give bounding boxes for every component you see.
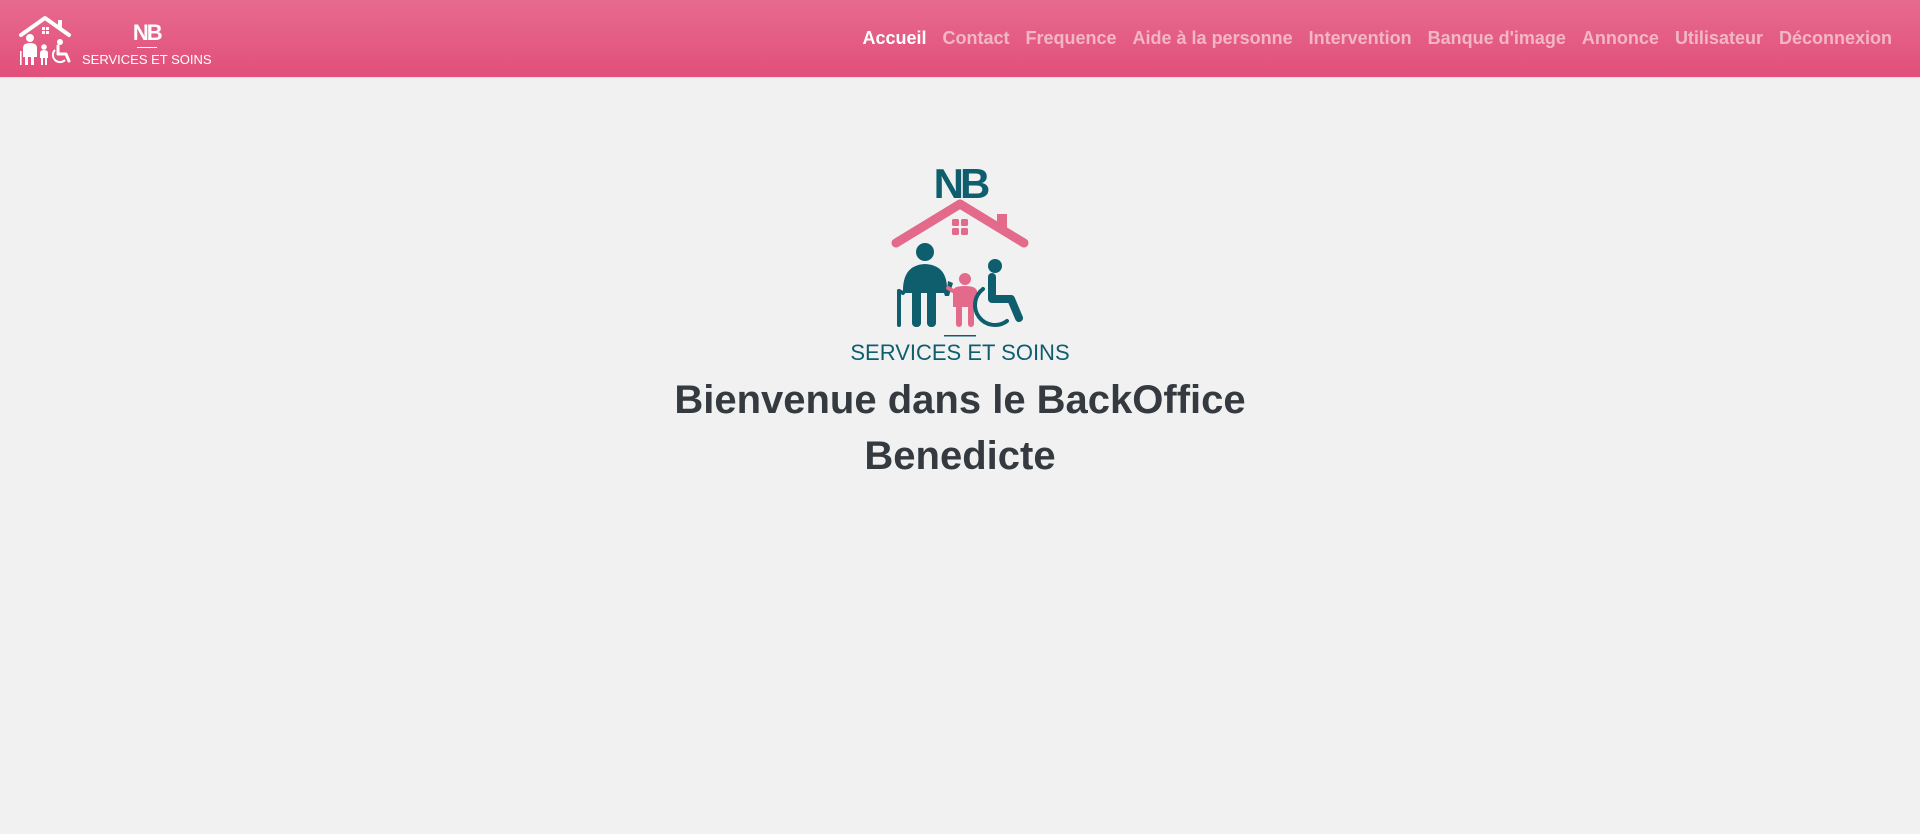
brand-monogram: NB <box>132 19 163 45</box>
nav-item-banque-d-image[interactable]: Banque d'image <box>1420 20 1574 57</box>
services-et-soins-logo: NB SERVICES ET SOINS <box>850 161 1069 365</box>
top-navbar: NB SERVICES ET SOINS Accueil Contact Fre… <box>0 0 1920 77</box>
nav-item-contact[interactable]: Contact <box>935 20 1018 57</box>
welcome-heading: Bienvenue dans le BackOffice Benedicte <box>674 378 1246 478</box>
house-window-icon <box>952 219 968 235</box>
logo-name: SERVICES ET SOINS <box>850 340 1069 365</box>
brand-divider <box>136 46 157 48</box>
wheelchair-user-icon <box>973 259 1023 327</box>
main-content: NB SERVICES ET SOINS Bienvenue dans le B… <box>0 77 1920 484</box>
nav-item-accueil[interactable]: Accueil <box>854 20 934 57</box>
chimney-icon <box>997 214 1007 231</box>
nav-item-utilisateur[interactable]: Utilisateur <box>1667 20 1771 57</box>
child-person-icon <box>946 273 977 327</box>
elder-person-icon <box>897 243 953 327</box>
nav-item-intervention[interactable]: Intervention <box>1301 20 1420 57</box>
brand-name: SERVICES ET SOINS <box>82 51 212 67</box>
house-family-icon <box>19 15 71 65</box>
main-nav: Accueil Contact Frequence Aide à la pers… <box>854 20 1900 57</box>
nav-item-deconnexion[interactable]: Déconnexion <box>1771 20 1900 57</box>
logo-divider <box>944 335 976 337</box>
brand-text: NB SERVICES ET SOINS <box>82 19 212 67</box>
nav-item-frequence[interactable]: Frequence <box>1018 20 1125 57</box>
brand-logo-link[interactable]: NB SERVICES ET SOINS <box>18 11 212 67</box>
nav-item-annonce[interactable]: Annonce <box>1574 20 1667 57</box>
nav-item-aide-a-la-personne[interactable]: Aide à la personne <box>1125 20 1301 57</box>
